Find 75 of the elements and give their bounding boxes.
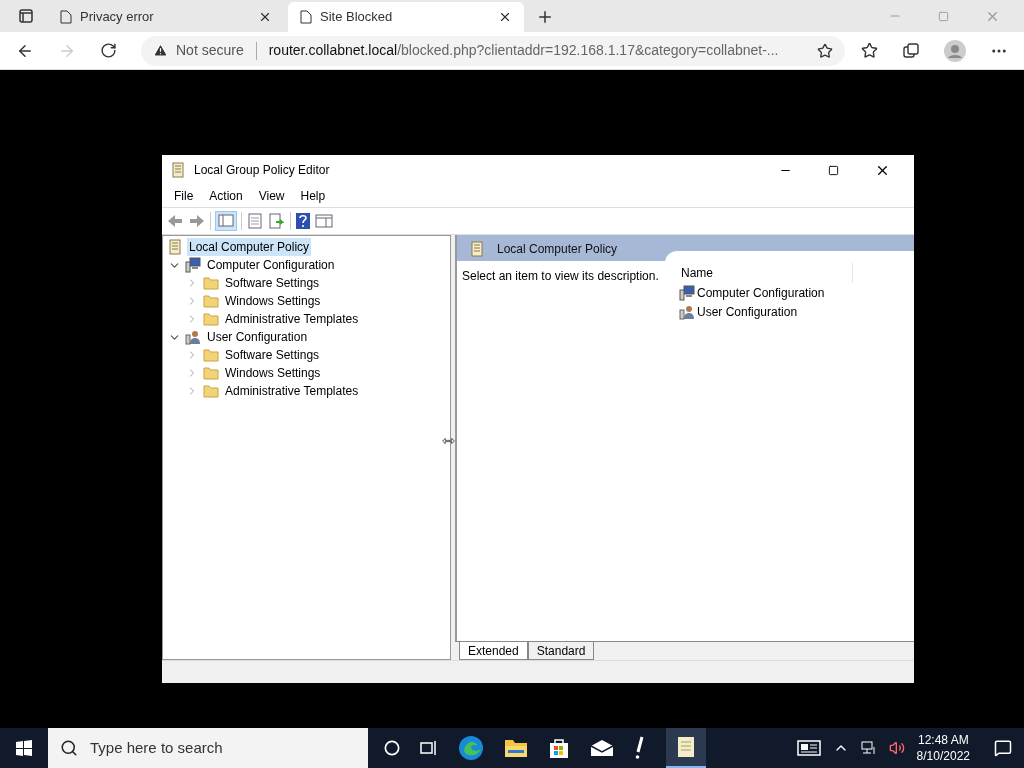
help-icon[interactable] [295,212,311,230]
folder-icon [203,276,219,290]
scroll-icon[interactable] [675,735,697,759]
menu-item[interactable]: Help [292,187,334,205]
user-icon [185,329,201,345]
cortana-icon[interactable] [384,740,400,756]
tree-item[interactable]: Windows Settings [223,364,323,382]
folder-icon [203,348,219,362]
collections-icon[interactable] [902,41,920,60]
tree-item[interactable]: Software Settings [223,346,322,364]
add-favorite-icon[interactable] [817,42,833,59]
scroll-icon [170,162,186,178]
profile-icon[interactable] [944,39,966,62]
description-text: Select an item to view its description. [461,268,660,285]
favorites-icon[interactable] [861,42,878,59]
pane-header: Local Computer Policy [497,241,618,258]
search-field[interactable]: Type here to search [48,728,368,768]
folder-icon [203,312,219,326]
search-placeholder: Type here to search [90,737,223,758]
menu-item[interactable]: View [250,187,293,205]
tree-toggle-icon[interactable] [215,211,237,231]
exclamation-icon[interactable] [634,736,646,760]
task-view-icon[interactable] [420,740,438,756]
folder-icon [203,294,219,308]
close-icon[interactable] [258,10,272,24]
computer-icon [185,257,201,273]
browser-tab[interactable]: Site Blocked [288,2,524,32]
mail-icon[interactable] [590,739,614,757]
refresh-icon[interactable] [100,42,117,59]
maximize-icon[interactable] [828,164,839,176]
network-icon[interactable] [860,741,877,755]
url-text: router.collabnet.local/blocked.php?clientaddr=192.168.1.17&category=collabnet-... [268,41,780,60]
export-icon[interactable] [268,212,286,230]
folder-icon[interactable] [504,738,528,758]
browser-icon[interactable] [458,735,484,761]
scroll-icon [469,241,485,257]
view-tab[interactable]: Standard [527,642,595,660]
security-label: Not secure [176,41,244,60]
close-icon[interactable] [498,10,512,24]
tree-item[interactable]: Administrative Templates [223,310,361,328]
column-header[interactable]: Name [675,263,853,283]
warning-icon [153,43,168,58]
menu-item[interactable]: File [166,187,202,205]
window-title: Local Group Policy Editor [194,162,331,179]
notifications-icon[interactable] [994,739,1012,757]
address-bar[interactable]: Not secure router.collabnet.local/blocked.php?clientaddr=192.168.1.17&category=collabnet-... [141,35,845,66]
user-icon [679,303,695,320]
tree-item[interactable]: Local Computer Policy [187,238,312,256]
clock-date: 8/10/2022 [916,748,970,764]
folder-icon [203,366,219,380]
folder-icon [203,384,219,398]
tab-actions-icon[interactable] [19,9,33,23]
news-icon[interactable] [796,740,821,756]
clock-time: 12:48 AM [917,732,969,748]
store-icon[interactable] [548,737,570,759]
tree-item[interactable]: User Configuration [205,328,310,346]
page-icon [60,10,72,24]
panel-icon[interactable] [315,213,333,229]
view-tab[interactable]: Extended [459,642,528,660]
list-item[interactable]: User Configuration [697,302,798,321]
new-tab-icon[interactable] [536,8,554,26]
tree-item[interactable]: Windows Settings [223,292,323,310]
tree-item[interactable]: Computer Configuration [205,256,337,274]
search-icon [60,739,78,757]
list-item[interactable]: Computer Configuration [697,283,825,302]
tab-title: Site Blocked [320,8,394,27]
computer-icon [679,284,695,301]
scroll-icon [167,239,183,255]
forward-icon[interactable] [188,213,206,229]
tree-item[interactable]: Administrative Templates [223,382,361,400]
windows-logo-icon[interactable] [16,740,32,756]
menu-item[interactable]: Action [201,187,251,205]
page-icon [300,10,312,24]
tab-title: Privacy error [80,8,155,27]
tree-item[interactable]: Software Settings [223,274,322,292]
